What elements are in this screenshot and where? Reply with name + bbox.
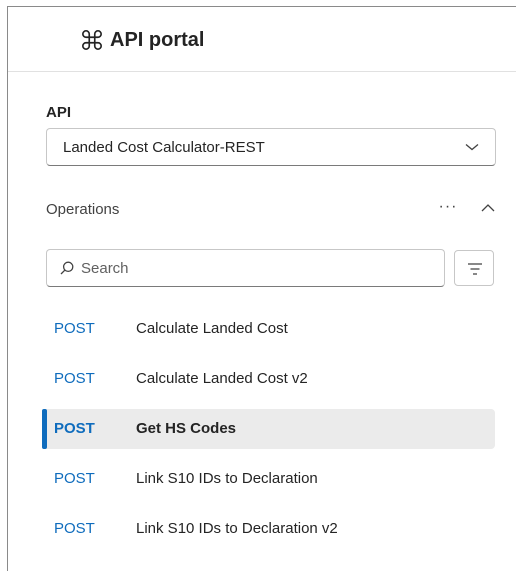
operation-method: POST xyxy=(54,470,95,487)
more-options-button[interactable]: ··· xyxy=(436,197,460,221)
operation-item[interactable]: POST Calculate Landed Cost v2 xyxy=(8,359,508,399)
operation-item[interactable]: POST Link S10 IDs to Declaration v2 xyxy=(8,509,508,549)
operation-item[interactable]: POST Link S10 IDs to Declaration xyxy=(8,459,508,499)
operation-name: Calculate Landed Cost xyxy=(136,320,288,337)
operation-name: Get HS Codes xyxy=(136,420,237,437)
api-portal-panel: API portal API Landed Cost Calculator-RE… xyxy=(7,6,516,571)
operations-list: POST Calculate Landed Cost POST Calculat… xyxy=(8,309,508,559)
operation-method: POST xyxy=(54,520,95,537)
operation-method: POST xyxy=(54,420,95,437)
filter-button[interactable] xyxy=(454,250,494,286)
chevron-up-icon[interactable] xyxy=(480,200,496,216)
search-icon xyxy=(60,261,74,275)
operation-method: POST xyxy=(54,370,95,387)
operation-name: Link S10 IDs to Declaration xyxy=(136,470,318,487)
portal-header: API portal xyxy=(8,7,516,72)
page-title: API portal xyxy=(110,29,205,51)
operation-item[interactable]: POST Calculate Landed Cost xyxy=(8,309,508,349)
operation-item-selected[interactable]: POST Get HS Codes xyxy=(42,409,495,449)
search-box xyxy=(46,249,445,287)
api-select-value: Landed Cost Calculator-REST xyxy=(63,139,265,156)
api-select[interactable]: Landed Cost Calculator-REST xyxy=(46,128,496,166)
chevron-down-icon xyxy=(465,144,479,151)
operations-label: Operations xyxy=(46,201,120,218)
operation-name: Calculate Landed Cost v2 xyxy=(136,370,308,387)
operation-method: POST xyxy=(54,320,95,337)
filter-icon xyxy=(468,263,482,275)
command-icon xyxy=(82,30,102,50)
operation-name: Link S10 IDs to Declaration v2 xyxy=(136,520,338,537)
api-label: API xyxy=(46,104,72,121)
selected-indicator xyxy=(42,409,47,449)
search-input[interactable] xyxy=(81,256,431,280)
